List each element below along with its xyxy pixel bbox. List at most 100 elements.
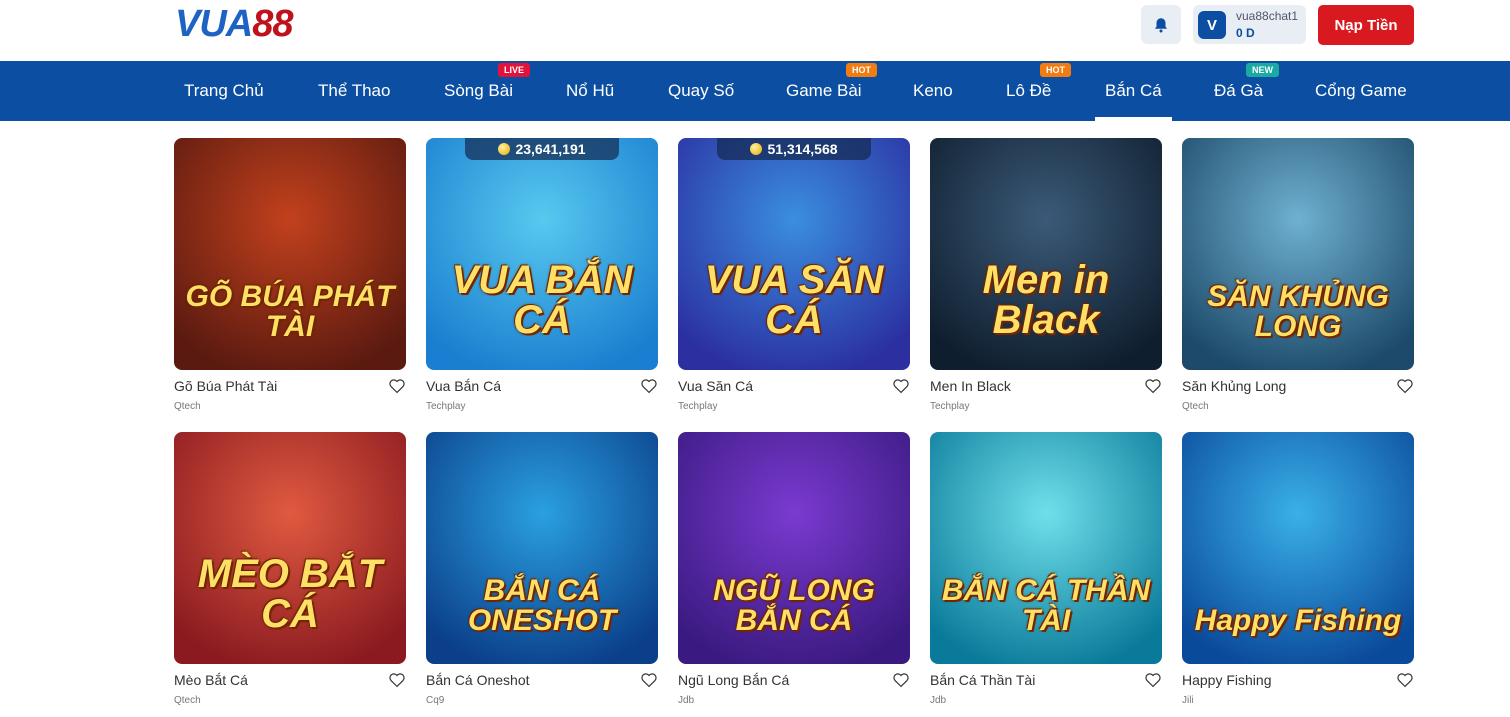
game-name[interactable]: Ngũ Long Bắn Cá: [678, 672, 789, 688]
heart-icon[interactable]: [892, 377, 910, 395]
site-logo[interactable]: VUA 88: [175, 3, 294, 45]
nav-label: Nổ Hũ: [566, 81, 615, 100]
heart-icon[interactable]: [1396, 671, 1414, 689]
top-header: VUA 88 V vua88chat1 0 D Nạp Tiền: [0, 0, 1510, 61]
game-thumbnail[interactable]: GÕ BÚA PHÁT TÀI: [174, 138, 406, 370]
notification-button[interactable]: [1141, 5, 1181, 44]
game-name[interactable]: Vua Săn Cá: [678, 378, 753, 394]
game-card[interactable]: Happy Fishing Happy Fishing Jili: [1182, 432, 1414, 706]
live-badge: LIVE: [498, 63, 531, 77]
heart-icon[interactable]: [640, 377, 658, 395]
heart-icon[interactable]: [1144, 671, 1162, 689]
hot-badge: HOT: [846, 63, 877, 77]
game-thumbnail[interactable]: BẮN CÁ ONESHOT: [426, 432, 658, 664]
nav-label: Trang Chủ: [184, 81, 264, 100]
jackpot-value: 51,314,568: [767, 141, 838, 157]
nav-label: Lô Đề: [1006, 81, 1052, 100]
nav-item-fishing[interactable]: Bắn Cá: [1095, 61, 1172, 121]
game-name[interactable]: Vua Bắn Cá: [426, 378, 501, 394]
game-card[interactable]: SĂN KHỦNG LONG Săn Khủng Long Qtech: [1182, 138, 1414, 412]
main-nav: Trang Chủ Thể Thao Sòng Bài LIVE Nổ Hũ Qu…: [0, 61, 1510, 121]
balance: 0 D: [1236, 26, 1255, 40]
game-thumbnail[interactable]: BẮN CÁ THẦN TÀI: [930, 432, 1162, 664]
coin-icon: [498, 143, 511, 155]
nav-label: Quay Số: [668, 81, 735, 100]
heart-icon[interactable]: [388, 377, 406, 395]
game-name[interactable]: Bắn Cá Oneshot: [426, 672, 530, 688]
game-card[interactable]: NGŨ LONG BẮN CÁ Ngũ Long Bắn Cá Jdb: [678, 432, 910, 706]
game-thumbnail[interactable]: NGŨ LONG BẮN CÁ: [678, 432, 910, 664]
game-provider: Techplay: [930, 401, 970, 412]
game-card[interactable]: Men in Black Men In Black Techplay: [930, 138, 1162, 412]
game-provider: Jdb: [930, 695, 947, 706]
game-name[interactable]: Bắn Cá Thần Tài: [930, 672, 1035, 688]
nav-label: Đá Gà: [1214, 81, 1264, 100]
game-thumbnail[interactable]: VUA BẮN CÁ 23,641,191: [426, 138, 658, 370]
game-provider: Qtech: [174, 401, 201, 412]
coin-icon: [750, 143, 763, 155]
nav-item-slots[interactable]: Nổ Hũ: [566, 61, 614, 121]
game-card[interactable]: BẮN CÁ THẦN TÀI Bắn Cá Thần Tài Jdb: [930, 432, 1162, 706]
game-name[interactable]: Happy Fishing: [1182, 672, 1272, 688]
jackpot-value: 23,641,191: [515, 141, 586, 157]
game-name[interactable]: Gõ Búa Phát Tài: [174, 378, 277, 394]
game-card[interactable]: GÕ BÚA PHÁT TÀI Gõ Búa Phát Tài Qtech: [174, 138, 406, 412]
game-thumbnail[interactable]: MÈO BẮT CÁ: [174, 432, 406, 664]
username: vua88chat1: [1236, 9, 1299, 23]
nav-label: Thể Thao: [318, 81, 391, 100]
game-art-title: BẮN CÁ ONESHOT: [467, 574, 617, 637]
game-provider: Qtech: [1182, 401, 1209, 412]
nav-item-game-portal[interactable]: Cổng Game: [1315, 61, 1407, 121]
heart-icon[interactable]: [388, 671, 406, 689]
nav-item-casino[interactable]: Sòng Bài LIVE: [444, 61, 531, 121]
game-art-title: BẮN CÁ THẦN TÀI: [941, 574, 1151, 637]
game-provider: Techplay: [678, 401, 718, 412]
nav-item-cockfight[interactable]: Đá Gà NEW: [1214, 61, 1279, 121]
nav-label: Sòng Bài: [444, 81, 513, 100]
game-art-title: Happy Fishing: [1194, 604, 1402, 637]
heart-icon[interactable]: [1144, 377, 1162, 395]
game-name[interactable]: Men In Black: [930, 378, 1011, 394]
game-art-title: Men in Black: [982, 258, 1110, 342]
jackpot-counter: 51,314,568: [717, 138, 871, 160]
deposit-button[interactable]: Nạp Tiền: [1318, 5, 1414, 45]
game-provider: Jili: [1182, 695, 1194, 706]
logo-text: VUA: [175, 3, 253, 45]
logo-number: 88: [252, 3, 293, 45]
heart-icon[interactable]: [640, 671, 658, 689]
nav-item-sports[interactable]: Thể Thao: [318, 61, 390, 121]
game-art-title: VUA BẮN CÁ: [451, 258, 633, 342]
bell-icon: [1155, 17, 1167, 32]
game-provider: Cq9: [426, 695, 445, 706]
nav-item-lottery[interactable]: Quay Số: [668, 61, 734, 121]
game-card[interactable]: VUA SĂN CÁ 51,314,568 Vua Săn Cá Techpla…: [678, 138, 910, 412]
game-art-title: GÕ BÚA PHÁT TÀI: [185, 280, 395, 343]
game-name[interactable]: Mèo Bắt Cá: [174, 672, 248, 688]
game-art-title: SĂN KHỦNG LONG: [1207, 280, 1389, 343]
game-art-title: NGŨ LONG BẮN CÁ: [713, 574, 875, 637]
new-badge: NEW: [1246, 63, 1279, 77]
nav-label: Keno: [913, 81, 953, 100]
user-account-box[interactable]: V vua88chat1 0 D: [1193, 5, 1306, 44]
nav-item-home[interactable]: Trang Chủ: [184, 61, 264, 121]
game-card[interactable]: VUA BẮN CÁ 23,641,191 Vua Bắn Cá Techpla…: [426, 138, 658, 412]
nav-item-lo-de[interactable]: Lô Đề HOT: [1006, 61, 1071, 121]
jackpot-counter: 23,641,191: [465, 138, 619, 160]
game-thumbnail[interactable]: SĂN KHỦNG LONG: [1182, 138, 1414, 370]
nav-item-card-games[interactable]: Game Bài HOT: [786, 61, 877, 121]
nav-label: Cổng Game: [1315, 81, 1407, 100]
game-card[interactable]: BẮN CÁ ONESHOT Bắn Cá Oneshot Cq9: [426, 432, 658, 706]
game-thumbnail[interactable]: Men in Black: [930, 138, 1162, 370]
hot-badge: HOT: [1040, 63, 1071, 77]
game-thumbnail[interactable]: Happy Fishing: [1182, 432, 1414, 664]
game-name[interactable]: Săn Khủng Long: [1182, 378, 1286, 394]
nav-label: Game Bài: [786, 81, 862, 100]
heart-icon[interactable]: [1396, 377, 1414, 395]
game-art-title: VUA SĂN CÁ: [704, 258, 884, 342]
nav-item-keno[interactable]: Keno: [913, 61, 953, 121]
heart-icon[interactable]: [892, 671, 910, 689]
game-provider: Qtech: [174, 695, 201, 706]
game-provider: Jdb: [678, 695, 695, 706]
game-thumbnail[interactable]: VUA SĂN CÁ 51,314,568: [678, 138, 910, 370]
game-card[interactable]: MÈO BẮT CÁ Mèo Bắt Cá Qtech: [174, 432, 406, 706]
